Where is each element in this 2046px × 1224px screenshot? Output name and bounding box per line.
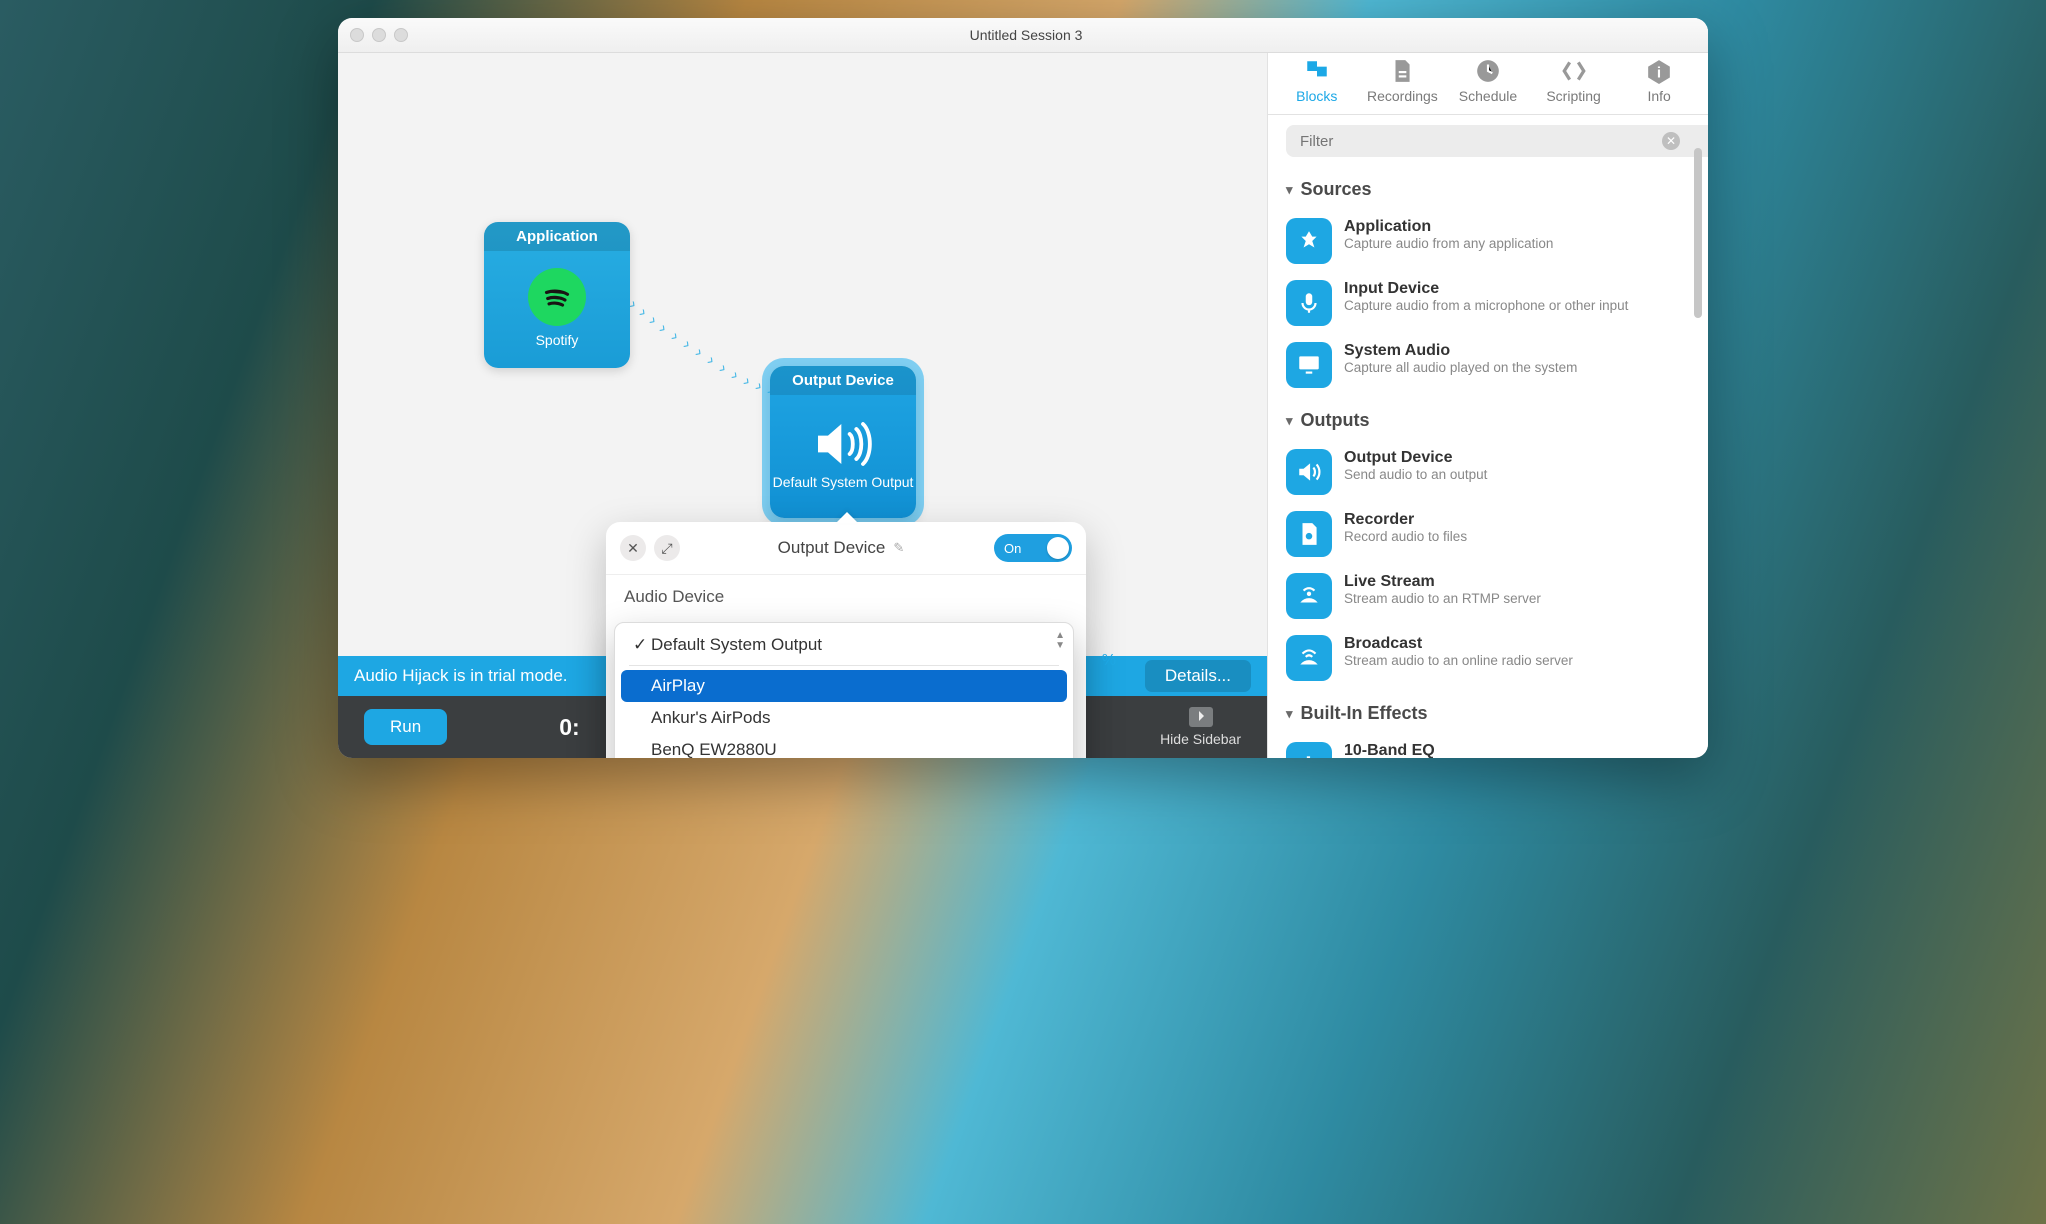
output-device-popover: ✕ ⤢ Output Device ✎ On Audio Device Pres… xyxy=(606,522,1086,758)
filter-field: ✕ xyxy=(1286,125,1690,157)
rename-icon[interactable]: ✎ xyxy=(893,540,904,556)
scripting-icon xyxy=(1561,58,1587,84)
section-header-effects[interactable]: ▾ Built-In Effects xyxy=(1286,703,1690,724)
recordings-icon xyxy=(1389,58,1415,84)
block-10-band-eq[interactable]: 10-Band EQ xyxy=(1286,734,1690,758)
block-application[interactable]: Application Capture audio from any appli… xyxy=(1286,210,1690,272)
run-button[interactable]: Run xyxy=(364,709,447,745)
blocks-icon xyxy=(1304,58,1330,84)
node-caption: Default System Output xyxy=(773,474,914,491)
speaker-icon xyxy=(1286,449,1332,495)
info-icon: i xyxy=(1646,58,1672,84)
node-header: Application xyxy=(484,222,630,251)
canvas-pane: ›› ›› ›› ›› ›› ›› › Application Spotify xyxy=(338,18,1267,758)
monitor-icon xyxy=(1286,342,1332,388)
popover-section-label: Audio Device xyxy=(606,575,1086,609)
traffic-lights xyxy=(350,28,408,42)
trial-message: Audio Hijack is in trial mode. xyxy=(354,666,568,686)
menu-item[interactable]: ✓Default System Output xyxy=(621,629,1067,661)
svg-text:i: i xyxy=(1657,65,1661,82)
filter-input[interactable] xyxy=(1286,125,1708,157)
popover-title: Output Device xyxy=(778,538,886,558)
block-output-device[interactable]: Output Device Send audio to an output xyxy=(1286,441,1690,503)
minimize-window-button[interactable] xyxy=(372,28,386,42)
speaker-icon xyxy=(813,420,873,468)
block-input-device[interactable]: Input Device Capture audio from a microp… xyxy=(1286,272,1690,334)
microphone-icon xyxy=(1286,280,1332,326)
expand-popover-button[interactable]: ⤢ xyxy=(654,535,680,561)
sidebar-scrollbar[interactable] xyxy=(1694,148,1702,318)
close-popover-button[interactable]: ✕ xyxy=(620,535,646,561)
volume-percent-suffix: % xyxy=(1102,652,1116,670)
tab-blocks[interactable]: Blocks xyxy=(1274,56,1360,106)
tab-scripting[interactable]: Scripting xyxy=(1531,56,1617,106)
hide-sidebar-button[interactable]: Hide Sidebar xyxy=(1160,707,1241,747)
elapsed-time: 0: xyxy=(559,714,579,741)
block-recorder[interactable]: Recorder Record audio to files xyxy=(1286,503,1690,565)
titlebar: Untitled Session 3 xyxy=(338,18,1708,53)
tab-info[interactable]: i Info xyxy=(1616,56,1702,106)
node-output-device[interactable]: Output Device Default System Output xyxy=(770,366,916,518)
schedule-icon xyxy=(1475,58,1501,84)
block-system-audio[interactable]: System Audio Capture all audio played on… xyxy=(1286,334,1690,396)
zoom-window-button[interactable] xyxy=(394,28,408,42)
section-header-outputs[interactable]: ▾ Outputs xyxy=(1286,410,1690,431)
trial-details-button[interactable]: Details... xyxy=(1145,660,1251,692)
chevron-down-icon: ▾ xyxy=(1286,706,1293,722)
broadcast-icon xyxy=(1286,635,1332,681)
tab-recordings[interactable]: Recordings xyxy=(1360,56,1446,106)
tab-schedule[interactable]: Schedule xyxy=(1445,56,1531,106)
enabled-toggle[interactable]: On xyxy=(994,534,1072,562)
chevron-down-icon: ▾ xyxy=(1286,413,1293,429)
clear-filter-button[interactable]: ✕ xyxy=(1662,132,1680,150)
hide-sidebar-label: Hide Sidebar xyxy=(1160,731,1241,747)
menu-item[interactable]: BenQ EW2880U xyxy=(621,734,1067,758)
inspector-tabs: Blocks Recordings Schedule Scripting i I… xyxy=(1268,52,1708,115)
node-header: Output Device xyxy=(770,366,916,395)
recorder-icon xyxy=(1286,511,1332,557)
satellite-icon xyxy=(1286,573,1332,619)
node-application[interactable]: Application Spotify xyxy=(484,222,630,368)
inspector-sidebar: Blocks Recordings Schedule Scripting i I… xyxy=(1267,18,1708,758)
spotify-icon xyxy=(528,268,586,326)
block-broadcast[interactable]: Broadcast Stream audio to an online radi… xyxy=(1286,627,1690,689)
equalizer-icon xyxy=(1286,742,1332,758)
menu-item[interactable]: AirPlay xyxy=(621,670,1067,702)
window-title: Untitled Session 3 xyxy=(408,27,1644,43)
application-icon xyxy=(1286,218,1332,264)
menu-item[interactable]: Ankur's AirPods xyxy=(621,702,1067,734)
session-canvas[interactable]: ›› ›› ›› ›› ›› ›› › Application Spotify xyxy=(338,52,1267,656)
audio-device-dropdown[interactable]: ▲▼ ✓Default System Output AirPlay Ankur'… xyxy=(614,622,1074,758)
connection-path: ›› ›› ›› ›› ›› ›› › xyxy=(630,294,790,414)
app-window: Untitled Session 3 ›› ›› ›› ›› ›› ›› › A… xyxy=(338,18,1708,758)
section-header-sources[interactable]: ▾ Sources xyxy=(1286,179,1690,200)
block-live-stream[interactable]: Live Stream Stream audio to an RTMP serv… xyxy=(1286,565,1690,627)
hide-sidebar-icon xyxy=(1189,707,1213,727)
toggle-label: On xyxy=(1004,541,1021,556)
chevron-down-icon: ▾ xyxy=(1286,182,1293,198)
close-window-button[interactable] xyxy=(350,28,364,42)
node-caption: Spotify xyxy=(536,332,579,349)
